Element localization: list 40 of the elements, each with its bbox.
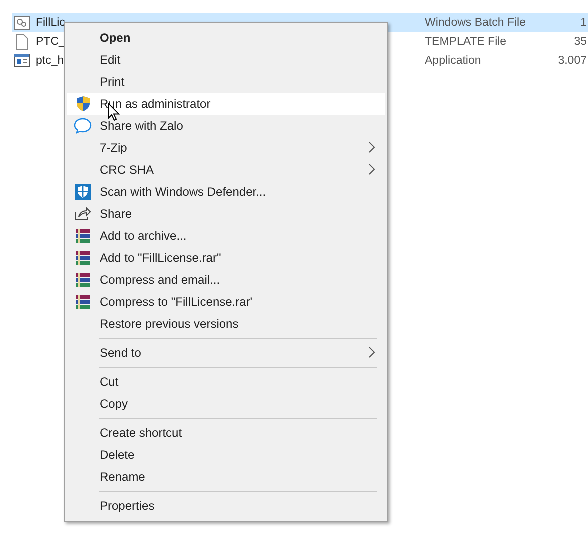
speech-bubble-icon [74,118,92,134]
books-stack-icon [75,250,91,266]
file-type: Application [425,54,482,66]
menu-item[interactable]: Properties [67,495,385,517]
menu-item[interactable]: Open [67,27,385,49]
file-name: PTC_ [36,36,66,48]
shield-icon [76,96,90,112]
document-icon [16,34,28,50]
menu-item[interactable]: Delete [67,444,385,466]
defender-shield-icon [75,184,91,200]
application-icon [14,54,30,67]
file-name: FillLic [36,16,66,28]
menu-item[interactable]: Compress and email... [67,269,385,291]
file-size: 35 [573,36,588,48]
menu-item[interactable]: 7-Zip [67,137,385,159]
menu-item[interactable]: Restore previous versions [67,313,385,335]
file-size: 3.007 [557,54,588,66]
menu-item[interactable]: Add to "FillLicense.rar" [67,247,385,269]
menu-item[interactable]: Cut [67,371,385,393]
file-type: TEMPLATE File [425,36,508,48]
menu-item[interactable]: Create shortcut [67,422,385,444]
file-size: 1 [580,16,588,28]
menu-item[interactable]: Edit [67,49,385,71]
menu-item[interactable]: Compress to "FillLicense.rar' [67,291,385,313]
menu-item[interactable]: CRC SHA [67,159,385,181]
menu-item[interactable]: Rename [67,466,385,488]
menu-item[interactable]: Print [67,71,385,93]
menu-item[interactable]: Share with Zalo [67,115,385,137]
menu-item[interactable]: Send to [67,342,385,364]
books-stack-icon [75,272,91,288]
file-name: ptc_h [36,54,64,66]
menu-item[interactable]: Share [67,203,385,225]
menu-item[interactable]: Add to archive... [67,225,385,247]
gear-file-icon [14,16,30,30]
share-icon [75,207,91,221]
menu-item[interactable]: Scan with Windows Defender... [67,181,385,203]
books-stack-icon [75,294,91,310]
books-stack-icon [75,228,91,244]
menu-item[interactable]: Copy [67,393,385,415]
file-type: Windows Batch File [425,16,527,28]
